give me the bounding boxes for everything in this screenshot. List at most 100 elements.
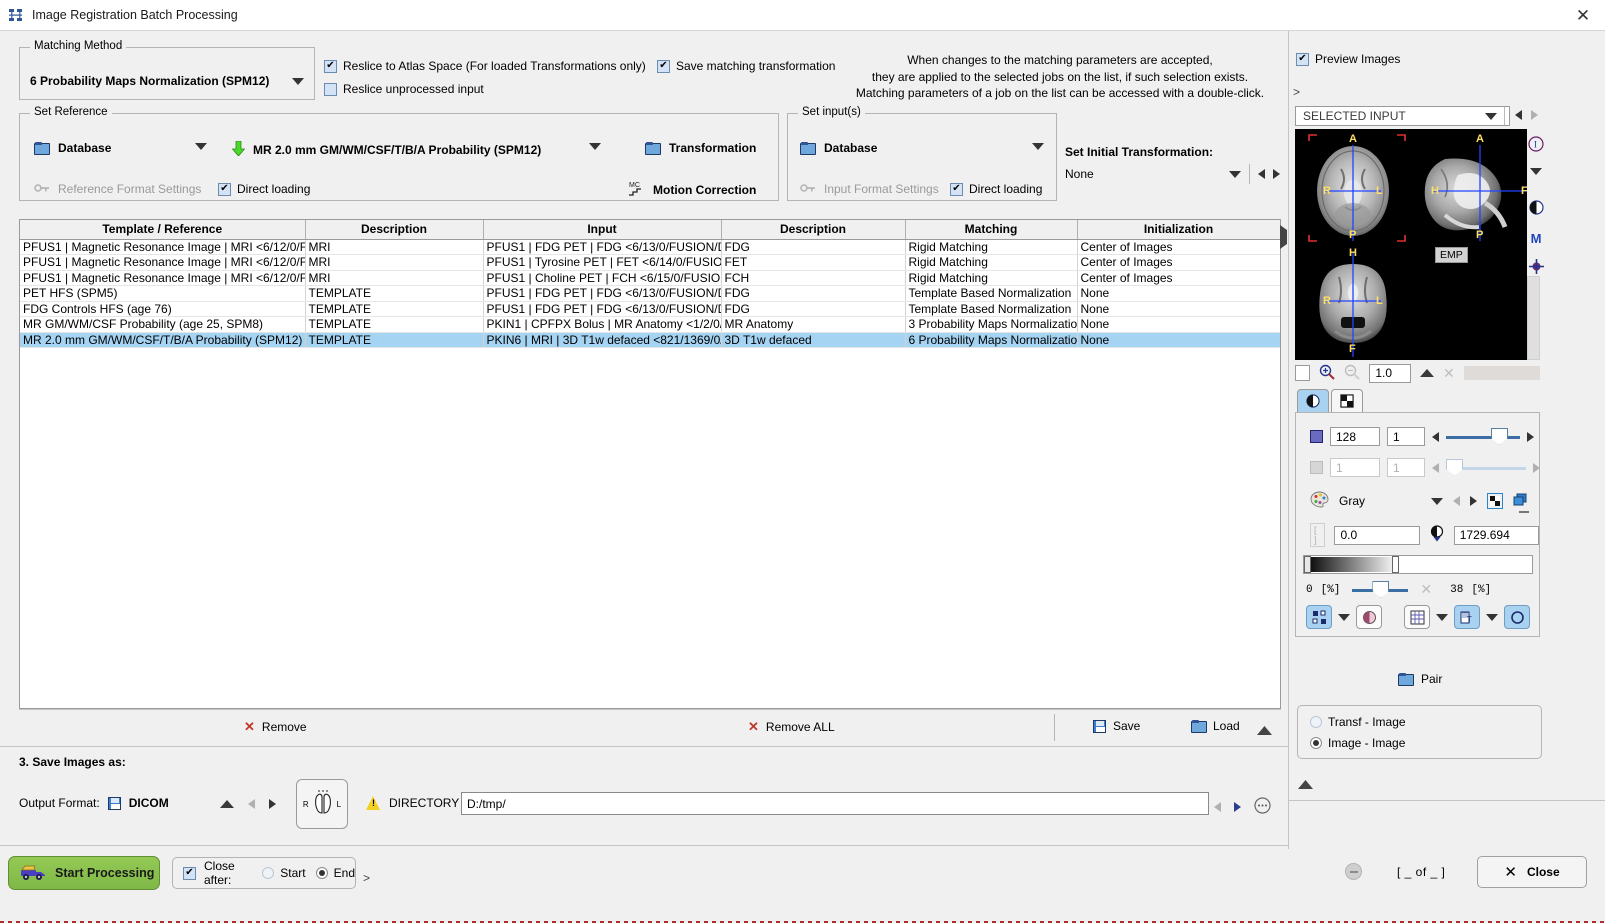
- slice-next-icon[interactable]: [1527, 431, 1534, 442]
- slice-primary-row[interactable]: 128 1: [1310, 427, 1534, 446]
- M-icon[interactable]: M: [1531, 231, 1542, 246]
- radio-start[interactable]: [262, 867, 275, 879]
- remove-all-button[interactable]: ✕ Remove ALL: [748, 719, 835, 735]
- reference-selection-caret[interactable]: [589, 143, 601, 150]
- prev-arrow-icon[interactable]: [1214, 802, 1221, 812]
- pair-transf-image-radio[interactable]: Transf - Image: [1310, 715, 1406, 729]
- col-description-1[interactable]: Description: [305, 220, 484, 240]
- job-list-table[interactable]: Template / Reference Description Input D…: [19, 219, 1281, 709]
- chevron-down-icon[interactable]: [195, 143, 207, 150]
- directory-nav-controls[interactable]: [1214, 797, 1271, 817]
- zoom-in-icon[interactable]: [1319, 364, 1336, 383]
- chevron-down-icon[interactable]: [1229, 170, 1241, 178]
- percent-row[interactable]: 0 [%] ✕ 38 [%]: [1306, 580, 1532, 598]
- chevron-down-icon[interactable]: [1032, 143, 1044, 150]
- tab-layout[interactable]: [1331, 389, 1363, 412]
- percent-slider[interactable]: [1352, 580, 1409, 598]
- chevron-down-icon[interactable]: [1436, 613, 1448, 621]
- reslice-unprocessed-checkbox-box[interactable]: [324, 82, 337, 96]
- chevron-down-icon[interactable]: [1486, 613, 1498, 621]
- reference-direct-loading-checkbox[interactable]: Direct loading: [218, 182, 310, 196]
- reference-direct-loading-box[interactable]: [218, 182, 231, 196]
- close-after-checkbox[interactable]: [183, 866, 196, 880]
- display-mode-toolbar[interactable]: T: [1306, 605, 1530, 629]
- chevron-down-icon[interactable]: [1485, 112, 1497, 120]
- table-row[interactable]: MR GM/WM/CSF Probability (age 25, SPM8) T…: [20, 316, 1280, 333]
- chevron-down-icon[interactable]: [1530, 168, 1542, 175]
- table-row[interactable]: MR 2.0 mm GM/WM/CSF/T/B/A Probability (S…: [20, 332, 1280, 348]
- min-value-field[interactable]: 0.0: [1334, 525, 1420, 545]
- next-arrow-icon[interactable]: [1531, 110, 1538, 120]
- table-row[interactable]: PFUS1 | Magnetic Resonance Image | MRI <…: [20, 239, 1280, 255]
- reslice-atlas-checkbox[interactable]: Reslice to Atlas Space (For loaded Trans…: [324, 59, 646, 73]
- copy-settings-icon[interactable]: [1513, 493, 1530, 510]
- remove-button[interactable]: ✕ Remove: [244, 719, 307, 735]
- next-arrow-icon[interactable]: [269, 799, 276, 809]
- slice-prev-icon[interactable]: [1432, 431, 1439, 442]
- pair-button[interactable]: Pair: [1398, 672, 1442, 686]
- colorbar-handle-min[interactable]: [1304, 556, 1311, 573]
- slice-primary-field[interactable]: 128: [1330, 427, 1380, 446]
- directory-input[interactable]: D:/tmp/: [461, 792, 1209, 815]
- image-preview-viewer[interactable]: A P R L A P H F H F R L EMP: [1295, 129, 1527, 360]
- threshold-icon[interactable]: [1429, 525, 1445, 545]
- info-icon[interactable]: I: [1528, 136, 1544, 155]
- input-source-dropdown[interactable]: Database: [800, 141, 877, 155]
- radio-transf-image[interactable]: [1310, 716, 1322, 728]
- slice-primary-slider[interactable]: [1446, 427, 1520, 445]
- reslice-atlas-checkbox-box[interactable]: [324, 59, 337, 73]
- slice-primary-step-field[interactable]: 1: [1387, 427, 1425, 446]
- reference-source-dropdown[interactable]: Database: [34, 141, 111, 155]
- col-template-reference[interactable]: Template / Reference: [20, 220, 306, 240]
- grid-overlay-icon[interactable]: [1404, 605, 1430, 629]
- output-format-steppers[interactable]: [220, 797, 276, 811]
- roi-circle-icon[interactable]: [1504, 605, 1530, 629]
- radio-end[interactable]: [315, 867, 328, 879]
- invert-colortable-icon[interactable]: [1487, 493, 1503, 509]
- collapse-arrow-icon[interactable]: [1257, 724, 1272, 738]
- layout-grid-icon[interactable]: [1306, 605, 1332, 629]
- mask-icon[interactable]: [1356, 605, 1382, 629]
- motion-correction-button[interactable]: MC Motion Correction: [628, 180, 756, 200]
- input-direct-loading-checkbox[interactable]: Direct loading: [950, 182, 1042, 196]
- expand-up-icon[interactable]: [220, 797, 234, 811]
- table-row[interactable]: PFUS1 | Magnetic Resonance Image | MRI <…: [20, 254, 1280, 271]
- pair-image-image-radio[interactable]: Image - Image: [1310, 736, 1405, 750]
- select-region-icon[interactable]: [1295, 365, 1311, 381]
- table-row[interactable]: FDG Controls HFS (age 76) TEMPLATE PFUS1 |…: [20, 301, 1280, 317]
- prev-arrow-icon[interactable]: [1515, 110, 1522, 120]
- next-arrow-icon[interactable]: [1273, 169, 1280, 179]
- left-expand-arrow-icon[interactable]: [1280, 225, 1287, 249]
- panel-tabs[interactable]: [1297, 389, 1363, 412]
- close-button[interactable]: ✕ Close: [1477, 856, 1587, 888]
- close-after-start-radio[interactable]: Start: [262, 866, 306, 880]
- colortable-row[interactable]: Gray: [1310, 491, 1530, 511]
- window-level-row[interactable]: [ ] 0.0 1729.694: [1310, 523, 1539, 547]
- fusion-icon[interactable]: T: [1454, 605, 1480, 629]
- save-button[interactable]: Save: [1093, 719, 1140, 733]
- reference-source-caret[interactable]: [195, 143, 207, 150]
- more-options-icon[interactable]: [1254, 797, 1271, 817]
- chevron-down-icon[interactable]: [589, 143, 601, 150]
- col-description-2[interactable]: Description: [721, 220, 906, 240]
- viewer-zoom-toolbar[interactable]: 1.0 ✕: [1295, 363, 1540, 383]
- next-arrow-icon[interactable]: [1234, 802, 1241, 812]
- transformation-button[interactable]: Transformation: [645, 141, 756, 155]
- preview-images-box[interactable]: [1296, 52, 1309, 66]
- reference-selection[interactable]: MR 2.0 mm GM/WM/CSF/T/B/A Probability (S…: [231, 140, 541, 159]
- preview-images-checkbox[interactable]: Preview Images: [1296, 52, 1400, 66]
- load-button[interactable]: Load: [1191, 719, 1240, 733]
- input-source-caret[interactable]: [1032, 143, 1044, 150]
- col-input[interactable]: Input: [483, 220, 722, 240]
- output-format-value[interactable]: DICOM: [129, 796, 169, 810]
- expand-up-icon[interactable]: [1419, 366, 1434, 380]
- save-matching-checkbox-box[interactable]: [657, 59, 670, 73]
- viewer-side-toolbar[interactable]: I M: [1528, 136, 1544, 277]
- chevron-down-icon[interactable]: [292, 77, 304, 85]
- zoom-slider-track[interactable]: [1463, 366, 1540, 380]
- matching-method-dropdown[interactable]: 6 Probability Maps Normalization (SPM12): [20, 68, 314, 94]
- table-row[interactable]: PFUS1 | Magnetic Resonance Image | MRI <…: [20, 270, 1280, 286]
- tab-contrast[interactable]: [1297, 389, 1329, 412]
- prev-arrow-icon[interactable]: [248, 799, 255, 809]
- col-initialization[interactable]: Initialization: [1077, 220, 1280, 240]
